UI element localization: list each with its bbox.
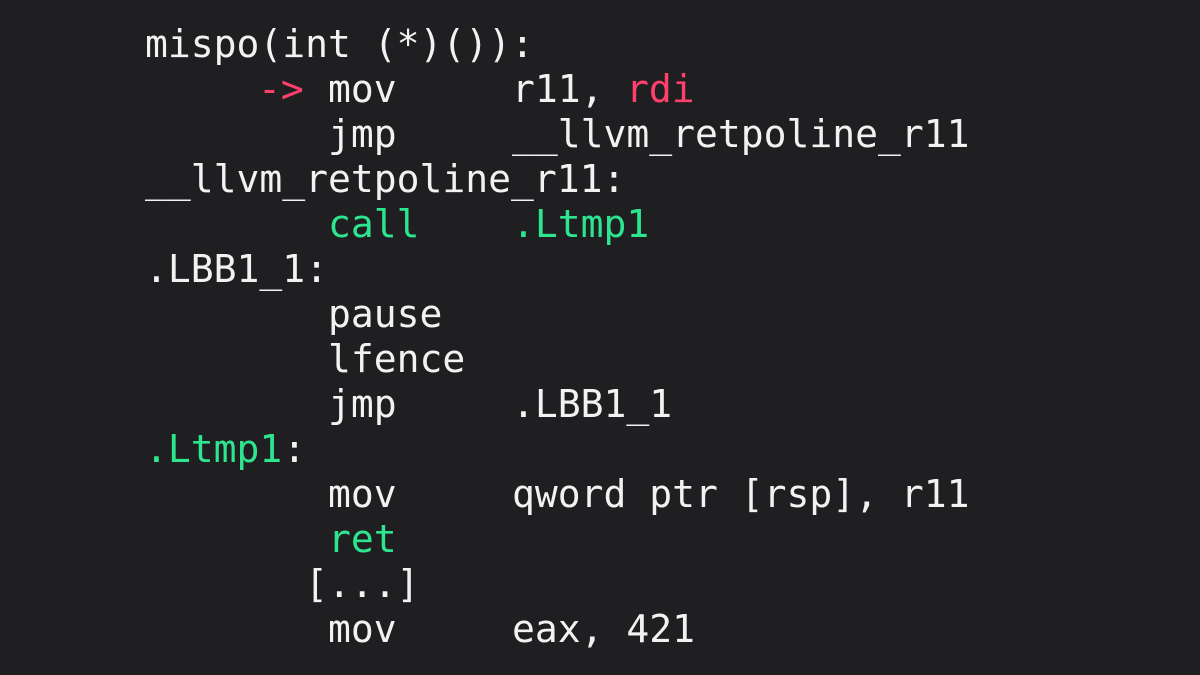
code-line-ltmp1-label: .Ltmp1 : (0, 427, 306, 472)
instruction-mnemonic: call (328, 202, 420, 246)
instruction-operand: r11, (512, 67, 604, 111)
instruction-mnemonic: jmp (328, 382, 397, 426)
code-line-lfence: lfence (0, 337, 465, 382)
instruction-mnemonic: mov (328, 607, 397, 651)
code-line-jmp-lbb1: jmp .LBB1_1 (0, 382, 672, 427)
instruction-operand: .LBB1_1 (512, 382, 673, 426)
instruction-operand: qword ptr [rsp], r11 (512, 472, 970, 516)
code-line-lbb1-label: .LBB1_1: (0, 247, 328, 292)
instruction-mnemonic: mov (328, 67, 397, 111)
block-label: .LBB1_1: (145, 247, 329, 291)
code-line-retpoline-label: __llvm_retpoline_r11: (0, 157, 625, 202)
instruction-mnemonic: jmp (328, 112, 397, 156)
code-line-ret: ret (0, 517, 397, 562)
code-line-jmp-retpoline: jmp __llvm_retpoline_r11 (0, 112, 970, 157)
execution-arrow-icon: -> (258, 67, 304, 111)
instruction-mnemonic: mov (328, 472, 397, 516)
instruction-mnemonic: lfence (328, 337, 466, 381)
instruction-operand: __llvm_retpoline_r11 (512, 112, 970, 156)
assembly-code-listing: mispo(int (*)()): -> mov r11, rdi jmp __… (0, 0, 1200, 675)
code-line-call-ltmp1: call .Ltmp1 (0, 202, 649, 247)
block-label: __llvm_retpoline_r11: (145, 157, 626, 201)
code-line-ellipsis: [...] (0, 562, 419, 607)
code-line-mov-r11-rdi: -> mov r11, rdi (0, 67, 695, 112)
instruction-operand: eax, 421 (512, 607, 696, 651)
ellipsis-marker: [...] (305, 562, 420, 606)
function-label: mispo(int (*)()): (145, 22, 534, 66)
code-line-pause: pause (0, 292, 442, 337)
label-colon: : (283, 427, 306, 471)
instruction-operand-highlight: rdi (626, 67, 695, 111)
block-label: .Ltmp1 (145, 427, 283, 471)
code-line-function-label: mispo(int (*)()): (0, 22, 534, 67)
code-line-mov-eax: mov eax, 421 (0, 607, 695, 652)
code-line-mov-qword: mov qword ptr [rsp], r11 (0, 472, 970, 517)
instruction-mnemonic: ret (328, 517, 397, 561)
instruction-mnemonic: pause (328, 292, 443, 336)
instruction-operand: .Ltmp1 (512, 202, 650, 246)
